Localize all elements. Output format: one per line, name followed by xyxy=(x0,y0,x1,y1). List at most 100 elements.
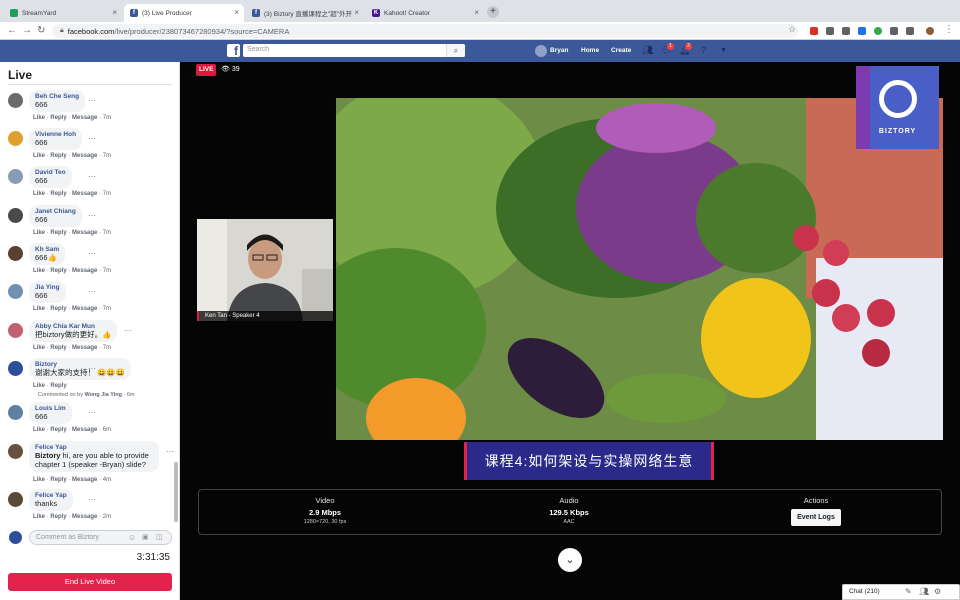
avatar[interactable] xyxy=(8,131,23,146)
reply-link[interactable]: Reply xyxy=(50,191,66,197)
reply-link[interactable]: Reply xyxy=(50,153,66,159)
comment-author[interactable]: Abby Chia Kar Mun xyxy=(35,323,111,330)
tab-live-producer[interactable]: f (3) Live Producer × xyxy=(124,4,244,22)
compose-icon[interactable]: ✎ xyxy=(905,587,912,596)
avatar[interactable] xyxy=(8,93,23,108)
avatar[interactable] xyxy=(8,208,23,223)
create-link[interactable]: Create xyxy=(611,47,631,54)
browser-menu-icon[interactable]: ⋮ xyxy=(944,24,954,35)
comment-author[interactable]: Louis Lim xyxy=(35,405,66,412)
url-input[interactable]: 🔒︎ facebook.com/live/producer/2380734672… xyxy=(52,24,798,38)
extension-icon[interactable] xyxy=(874,27,882,35)
reply-link[interactable]: Reply xyxy=(50,306,66,312)
scrollbar[interactable] xyxy=(174,462,178,522)
comment-mention[interactable]: Biztory xyxy=(35,451,60,460)
reply-link[interactable]: Reply xyxy=(50,477,66,483)
friends-icon[interactable]: 👥︎ xyxy=(642,45,653,56)
like-link[interactable]: Like xyxy=(33,230,45,236)
avatar[interactable] xyxy=(8,361,23,376)
forward-icon[interactable]: → xyxy=(22,25,32,36)
more-options-icon[interactable]: ··· xyxy=(166,447,174,456)
profile-link[interactable]: Bryan xyxy=(550,47,568,54)
extension-icon[interactable] xyxy=(826,27,834,35)
commenter-name[interactable]: Wong Jia Ying xyxy=(84,392,122,398)
more-options-icon[interactable]: ··· xyxy=(88,172,96,181)
like-link[interactable]: Like xyxy=(33,383,45,389)
reload-icon[interactable]: ↻ xyxy=(37,25,45,36)
avatar[interactable] xyxy=(8,323,23,338)
message-link[interactable]: Message xyxy=(72,345,97,351)
avatar[interactable] xyxy=(8,284,23,299)
like-link[interactable]: Like xyxy=(33,191,45,197)
message-link[interactable]: Message xyxy=(72,427,97,433)
speaker-camera-feed[interactable]: Ken Tan - Speaker 4 xyxy=(197,219,333,321)
camera-icon[interactable]: ▣ xyxy=(142,533,149,541)
reply-link[interactable]: Reply xyxy=(50,115,66,121)
more-options-icon[interactable]: ··· xyxy=(88,134,96,143)
more-options-icon[interactable]: ··· xyxy=(88,408,96,417)
extension-icon[interactable] xyxy=(842,27,850,35)
more-options-icon[interactable]: ··· xyxy=(88,364,96,373)
emoji-icon[interactable]: ☺ xyxy=(128,533,136,542)
like-link[interactable]: Like xyxy=(33,514,45,520)
reply-link[interactable]: Reply xyxy=(50,230,66,236)
message-link[interactable]: Message xyxy=(72,153,97,159)
user-avatar[interactable] xyxy=(535,45,547,57)
sticker-icon[interactable]: ◫ xyxy=(156,533,163,541)
extension-icon[interactable] xyxy=(906,27,914,35)
tab-streamyard[interactable]: StreamYard × xyxy=(4,4,122,22)
close-tab-icon[interactable]: × xyxy=(474,8,479,17)
message-link[interactable]: Message xyxy=(72,191,97,197)
comment-author[interactable]: Vivienne Hoh xyxy=(35,131,76,138)
avatar[interactable] xyxy=(8,444,23,459)
reply-link[interactable]: Reply xyxy=(50,383,66,389)
comment-author[interactable]: Janet Chiang xyxy=(35,208,76,215)
home-link[interactable]: Home xyxy=(581,47,599,54)
more-options-icon[interactable]: ··· xyxy=(88,495,96,504)
gear-icon[interactable]: ⚙ xyxy=(934,587,941,596)
comment-author[interactable]: Felice Yap xyxy=(35,492,67,499)
extension-icon[interactable] xyxy=(858,27,866,35)
search-icon[interactable]: ⌕ xyxy=(446,44,465,57)
close-tab-icon[interactable]: × xyxy=(112,8,117,17)
account-menu-icon[interactable]: ▼ xyxy=(720,47,727,54)
chevron-down-icon[interactable]: ⌄ xyxy=(558,548,582,572)
profile-avatar[interactable] xyxy=(926,27,934,35)
end-live-video-button[interactable]: End Live Video xyxy=(8,573,172,591)
message-link[interactable]: Message xyxy=(72,268,97,274)
friends-icon[interactable]: 👥︎ xyxy=(919,587,929,596)
bookmark-star-icon[interactable]: ☆ xyxy=(788,24,796,35)
avatar[interactable] xyxy=(8,405,23,420)
message-link[interactable]: Message xyxy=(72,306,97,312)
like-link[interactable]: Like xyxy=(33,477,45,483)
new-tab-button[interactable]: + xyxy=(487,6,499,18)
help-icon[interactable]: ? xyxy=(701,45,706,55)
like-link[interactable]: Like xyxy=(33,345,45,351)
message-link[interactable]: Message xyxy=(72,477,97,483)
like-link[interactable]: Like xyxy=(33,306,45,312)
reply-link[interactable]: Reply xyxy=(50,514,66,520)
like-link[interactable]: Like xyxy=(33,427,45,433)
chat-bar[interactable]: Chat (210) ✎ 👥︎ ⚙ xyxy=(842,584,960,600)
close-tab-icon[interactable]: × xyxy=(234,8,239,17)
avatar[interactable] xyxy=(8,169,23,184)
message-link[interactable]: Message xyxy=(72,115,97,121)
comment-author[interactable]: Jia Ying xyxy=(35,284,60,291)
message-link[interactable]: Message xyxy=(72,230,97,236)
avatar[interactable] xyxy=(8,246,23,261)
close-tab-icon[interactable]: × xyxy=(354,8,359,17)
reply-link[interactable]: Reply xyxy=(50,345,66,351)
comment-author[interactable]: Felice Yap xyxy=(35,444,153,451)
back-icon[interactable]: ← xyxy=(7,25,17,36)
search-input[interactable]: Search xyxy=(243,44,465,57)
more-options-icon[interactable]: ··· xyxy=(88,96,96,105)
event-logs-button[interactable]: Event Logs xyxy=(791,509,841,526)
like-link[interactable]: Like xyxy=(33,268,45,274)
avatar[interactable] xyxy=(8,492,23,507)
like-link[interactable]: Like xyxy=(33,115,45,121)
more-options-icon[interactable]: ··· xyxy=(88,249,96,258)
message-link[interactable]: Message xyxy=(72,514,97,520)
extension-icon[interactable] xyxy=(890,27,898,35)
comment-author[interactable]: Kh Sam xyxy=(35,246,59,253)
extension-icon[interactable] xyxy=(810,27,818,35)
